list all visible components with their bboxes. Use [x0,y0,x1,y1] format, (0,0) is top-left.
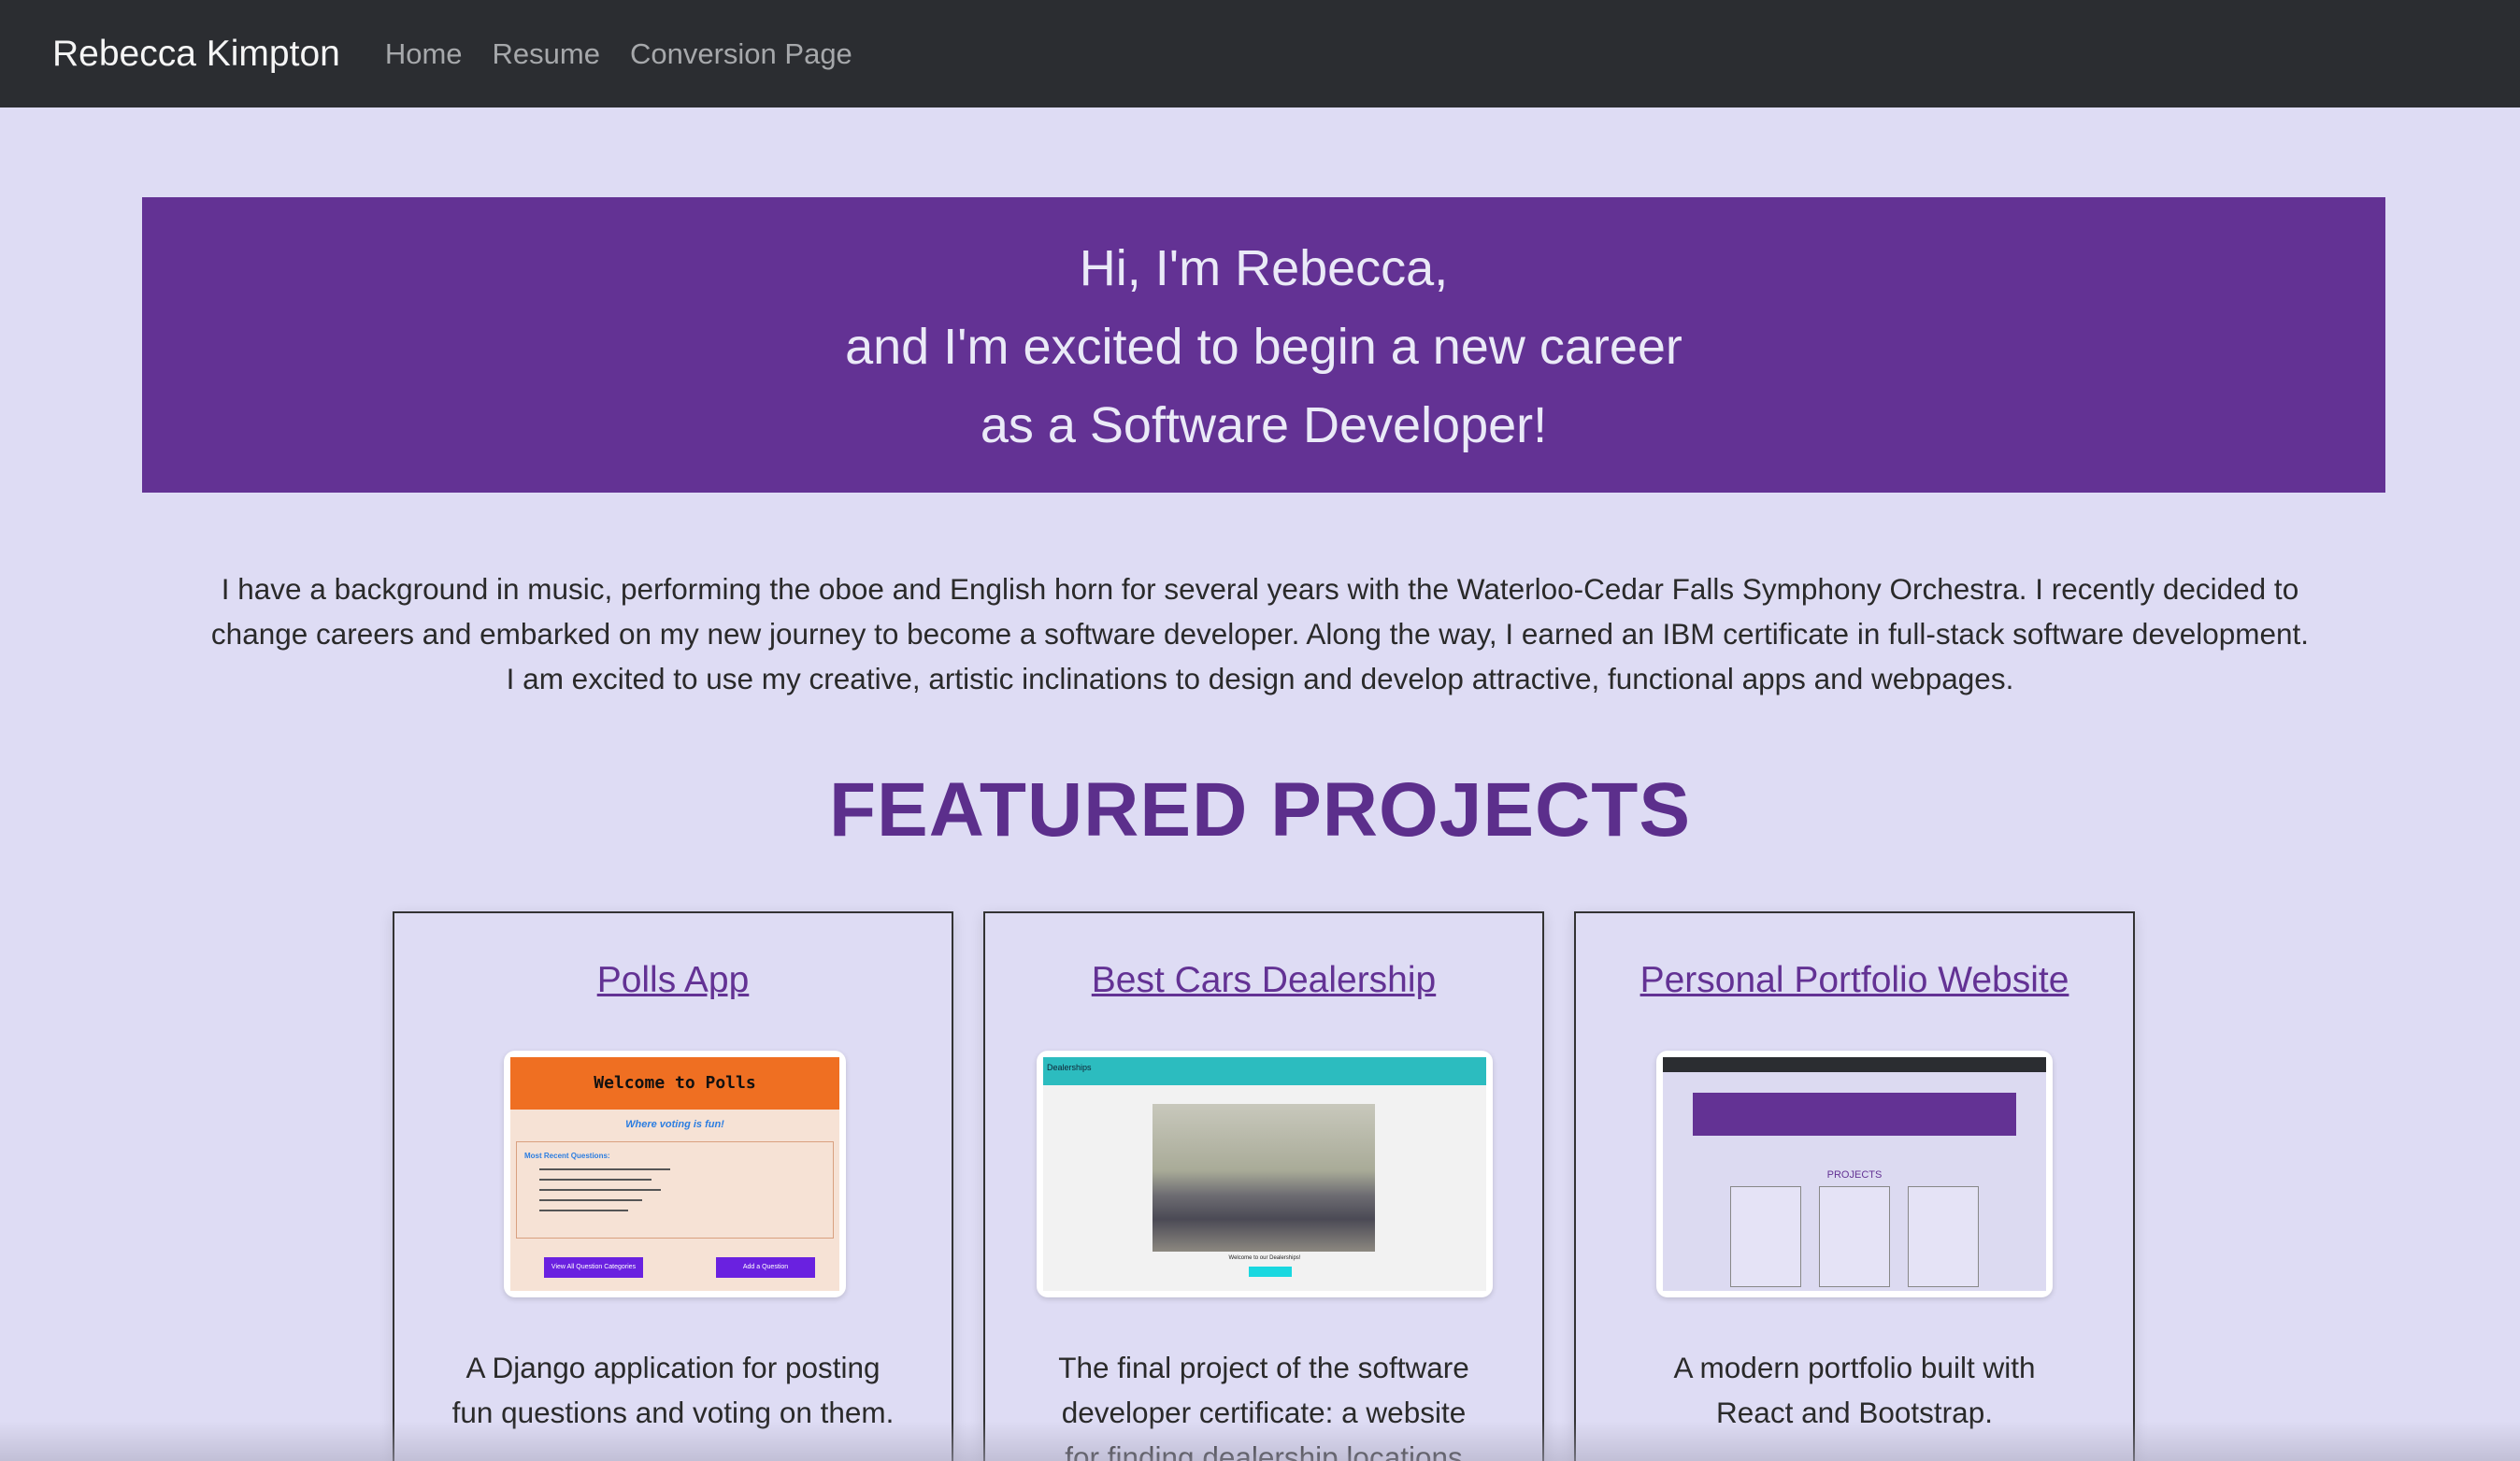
intro-line-3: I am excited to use my creative, artisti… [506,662,2014,695]
desc-line: developer certificate: a website [1061,1396,1467,1429]
thumb-polls-button-categories: View All Question Categories [544,1257,643,1278]
project-thumbnail-polls[interactable]: Welcome to Polls Where voting is fun! Mo… [504,1051,846,1297]
nav-link-conversion-page[interactable]: Conversion Page [630,37,852,71]
thumb-dealer-car-lot-photo [1153,1104,1375,1252]
project-card-portfolio: Personal Portfolio Website PROJECTS A mo… [1574,911,2135,1461]
project-title-link-polls[interactable]: Polls App [394,960,952,1001]
thumb-portfolio-navbar [1663,1057,2046,1072]
nav-link-resume[interactable]: Resume [493,37,600,71]
desc-line: A modern portfolio built with [1673,1351,2036,1384]
thumb-polls-question-box: Most Recent Questions: [516,1141,834,1239]
thumb-polls-button-add: Add a Question [716,1257,815,1278]
featured-projects-heading: FEATURED PROJECTS [828,767,1692,852]
thumb-portfolio-mini-card [1730,1186,1801,1287]
intro-paragraph: I have a background in music, performing… [159,566,2361,701]
project-thumbnail-dealership[interactable]: Dealerships Welcome to our Dealerships! [1037,1051,1493,1297]
project-description-dealership: The final project of the software develo… [1023,1345,1505,1461]
project-title-link-dealership[interactable]: Best Cars Dealership [985,960,1542,1001]
project-card-dealership: Best Cars Dealership Dealerships Welcome… [983,911,1544,1461]
intro-line-1: I have a background in music, performing… [221,572,2299,606]
thumb-dealer-caption: Welcome to our Dealerships! [1228,1255,1301,1261]
project-description-polls: A Django application for posting fun que… [432,1345,914,1435]
brand-link[interactable]: Rebecca Kimpton [52,34,340,75]
thumb-dealer-button [1249,1267,1292,1277]
desc-line: for finding dealership locations [1065,1440,1463,1461]
desc-line: fun questions and voting on them. [451,1396,895,1429]
desc-line: React and Bootstrap. [1716,1396,1993,1429]
desc-line: The final project of the software [1058,1351,1469,1384]
thumb-dealer-navbar: Dealerships [1043,1057,1486,1085]
thumb-portfolio-mini-card [1908,1186,1979,1287]
hero-line-3: as a Software Developer! [980,397,1548,453]
thumb-portfolio-mini-card [1819,1186,1890,1287]
nav-link-home[interactable]: Home [385,37,463,71]
hero-line-1: Hi, I'm Rebecca, [1079,240,1449,296]
thumb-polls-header: Welcome to Polls [510,1057,839,1110]
project-title-link-portfolio[interactable]: Personal Portfolio Website [1576,960,2133,1001]
intro-line-2: change careers and embarked on my new jo… [210,617,2310,651]
thumb-polls-subtitle: Where voting is fun! [625,1119,724,1130]
hero-line-2: and I'm excited to begin a new career [845,319,1682,375]
thumb-portfolio-section-title: PROJECTS [1826,1169,1883,1181]
thumb-portfolio-hero [1693,1093,2016,1136]
hero-banner: Hi, I'm Rebecca, and I'm excited to begi… [142,197,2385,493]
project-card-polls: Polls App Welcome to Polls Where voting … [393,911,953,1461]
top-navbar: Rebecca Kimpton Home Resume Conversion P… [0,0,2520,107]
desc-line: A Django application for posting [465,1351,881,1384]
thumb-polls-box-heading: Most Recent Questions: [524,1152,610,1160]
project-description-portfolio: A modern portfolio built with React and … [1613,1345,2096,1435]
project-thumbnail-portfolio[interactable]: PROJECTS [1656,1051,2053,1297]
